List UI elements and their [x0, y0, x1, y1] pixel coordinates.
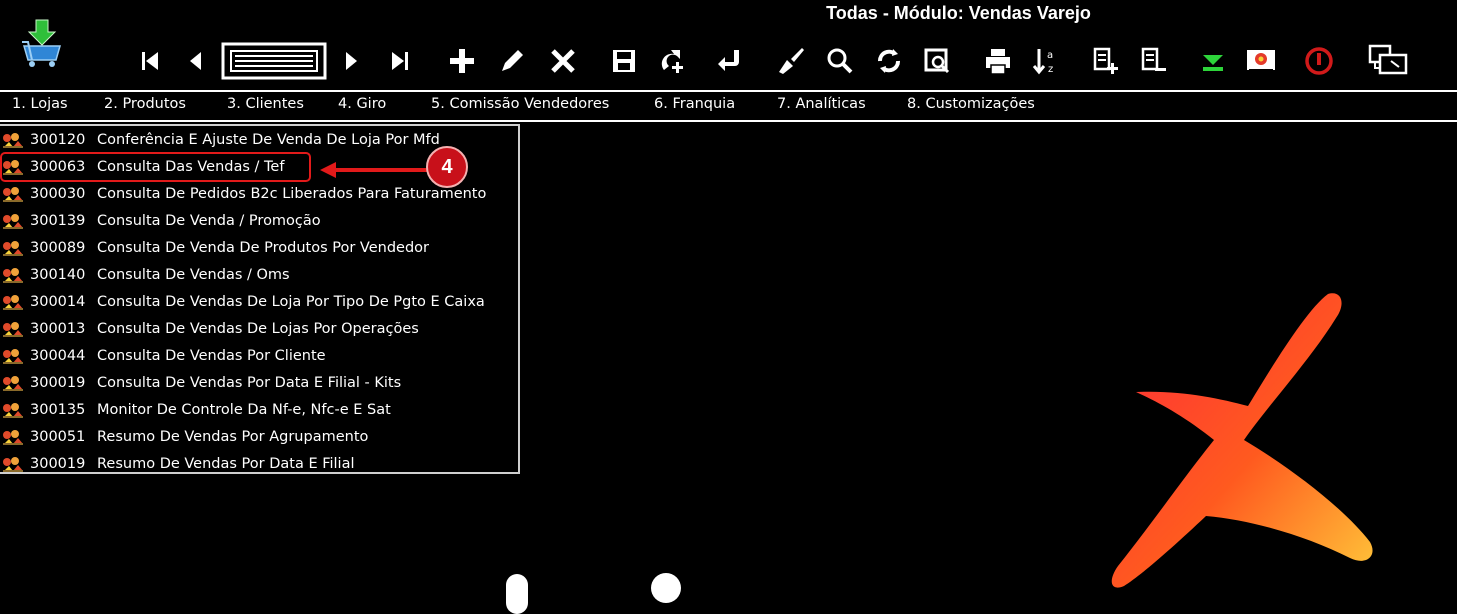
download-green-icon[interactable] [1195, 42, 1231, 80]
menu-bar: 1. Lojas 2. Produtos 3. Clientes 4. Giro… [0, 90, 1457, 122]
list-item[interactable]: 300140 Consulta De Vendas / Oms [0, 263, 518, 287]
image-flower-icon[interactable] [1243, 42, 1279, 80]
program-name: Monitor De Controle Da Nf-e, Nfc-e E Sat [97, 402, 391, 418]
document-add-icon[interactable] [1088, 42, 1124, 80]
menu-item-franquia[interactable]: 6. Franquia [654, 96, 735, 112]
cart-download-icon[interactable] [18, 16, 68, 68]
program-code: 300089 [30, 240, 86, 256]
svg-text:a: a [1047, 50, 1053, 61]
program-name: Consulta De Venda De Produtos Por Vended… [97, 240, 429, 256]
power-icon[interactable] [1301, 42, 1337, 80]
list-item[interactable]: 300044 Consulta De Vendas Por Cliente [0, 344, 518, 368]
list-item[interactable]: 300135 Monitor De Controle Da Nf-e, Nfc-e… [0, 398, 518, 422]
decorative-dot [651, 573, 681, 603]
program-icon [2, 348, 24, 364]
list-item[interactable]: 300019 Resumo De Vendas Por Data E Filial [0, 452, 518, 476]
program-icon [2, 456, 24, 472]
program-code: 300140 [30, 267, 86, 283]
program-name: Consulta De Pedidos B2c Liberados Para F… [97, 186, 487, 202]
program-name: Resumo De Vendas Por Data E Filial [97, 456, 355, 472]
program-icon [2, 294, 24, 310]
program-code: 300013 [30, 321, 86, 337]
program-icon [2, 402, 24, 418]
program-name: Consulta De Vendas Por Data E Filial - K… [97, 375, 402, 391]
print-icon[interactable] [980, 42, 1016, 80]
save-icon[interactable] [606, 42, 642, 80]
program-name: Consulta De Venda / Promoção [97, 213, 321, 229]
list-view-icon[interactable] [221, 42, 327, 80]
program-icon [2, 375, 24, 391]
menu-item-analiticas[interactable]: 7. Analíticas [777, 96, 866, 112]
program-code: 300019 [30, 375, 86, 391]
program-code: 300014 [30, 294, 86, 310]
program-icon [2, 321, 24, 337]
program-icon [2, 429, 24, 445]
sort-az-icon[interactable]: az [1028, 42, 1064, 80]
list-item[interactable]: 300019 Consulta De Vendas Por Data E Fili… [0, 371, 518, 395]
confirm-icon[interactable] [712, 42, 748, 80]
callout-arrow [320, 162, 428, 178]
list-item[interactable]: 300051 Resumo De Vendas Por Agrupamento [0, 425, 518, 449]
highlight-box [0, 152, 311, 182]
duplicate-icon[interactable] [655, 42, 691, 80]
program-code: 300135 [30, 402, 86, 418]
clear-icon[interactable] [773, 42, 809, 80]
program-code: 300044 [30, 348, 86, 364]
next-record-icon[interactable] [333, 42, 369, 80]
program-name: Consulta De Vendas De Loja Por Tipo De P… [97, 294, 485, 310]
last-record-icon[interactable] [382, 42, 418, 80]
screens-icon[interactable] [1366, 42, 1410, 80]
edit-icon[interactable] [494, 42, 530, 80]
refresh-icon[interactable] [871, 42, 907, 80]
program-icon [2, 267, 24, 283]
list-item[interactable]: 300139 Consulta De Venda / Promoção [0, 209, 518, 233]
decorative-bar [506, 574, 528, 614]
search-icon[interactable] [822, 42, 858, 80]
previous-record-icon[interactable] [178, 42, 214, 80]
program-icon [2, 132, 24, 148]
menu-item-giro[interactable]: 4. Giro [338, 96, 386, 112]
program-code: 300019 [30, 456, 86, 472]
program-icon [2, 213, 24, 229]
program-name: Consulta De Vendas / Oms [97, 267, 290, 283]
program-icon [2, 186, 24, 202]
menu-item-comissao-vendedores[interactable]: 5. Comissão Vendedores [431, 96, 609, 112]
program-code: 300051 [30, 429, 86, 445]
program-name: Conferência E Ajuste De Venda De Loja Po… [97, 132, 440, 148]
preview-icon[interactable] [920, 42, 956, 80]
program-icon [2, 240, 24, 256]
menu-item-clientes[interactable]: 3. Clientes [227, 96, 304, 112]
list-item[interactable]: 300013 Consulta De Vendas De Lojas Por Op… [0, 317, 518, 341]
program-code: 300120 [30, 132, 86, 148]
svg-text:z: z [1048, 64, 1053, 75]
document-remove-icon[interactable] [1136, 42, 1172, 80]
program-name: Resumo De Vendas Por Agrupamento [97, 429, 369, 445]
program-name: Consulta De Vendas De Lojas Por Operaçõe… [97, 321, 419, 337]
list-item[interactable]: 300089 Consulta De Venda De Produtos Por … [0, 236, 518, 260]
program-name: Consulta De Vendas Por Cliente [97, 348, 326, 364]
menu-item-lojas[interactable]: 1. Lojas [12, 96, 68, 112]
program-code: 300030 [30, 186, 86, 202]
window-title: Todas - Módulo: Vendas Varejo [826, 3, 1091, 23]
menu-item-produtos[interactable]: 2. Produtos [104, 96, 186, 112]
delete-icon[interactable] [545, 42, 581, 80]
menu-item-customizacoes[interactable]: 8. Customizações [907, 96, 1035, 112]
add-icon[interactable] [444, 42, 480, 80]
list-item[interactable]: 300014 Consulta De Vendas De Loja Por Tip… [0, 290, 518, 314]
callout-badge: 4 [426, 146, 468, 188]
brand-logo [1111, 293, 1373, 588]
first-record-icon[interactable] [132, 42, 168, 80]
program-code: 300139 [30, 213, 86, 229]
